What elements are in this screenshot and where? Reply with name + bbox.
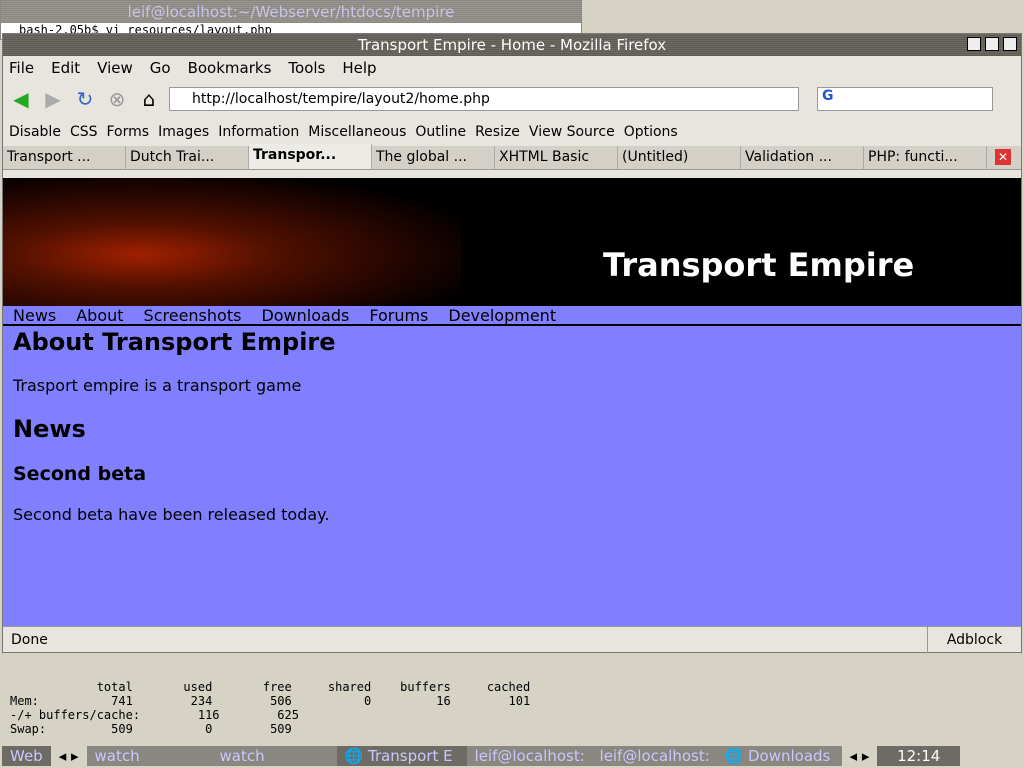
dev-forms[interactable]: Forms [107,124,150,140]
nav-screenshots[interactable]: Screenshots [144,306,242,325]
back-icon[interactable]: ◀ [9,87,33,111]
dev-miscellaneous[interactable]: Miscellaneous [308,124,406,140]
firefox-window: Transport Empire - Home - Mozilla Firefo… [2,33,1022,653]
task-item[interactable]: leif@localhost: [467,746,592,766]
task-arrows[interactable]: ◂ ▸ [841,746,878,766]
site-nav: News About Screenshots Downloads Forums … [3,306,1021,326]
nav-news[interactable]: News [13,306,56,325]
close-tab-icon[interactable]: ✕ [995,149,1011,165]
dev-outline[interactable]: Outline [415,124,466,140]
memory-output: total used free shared buffers cached Me… [10,680,531,736]
web-developer-toolbar: Disable CSS Forms Images Information Mis… [3,118,1021,146]
about-text: Trasport empire is a transport game [13,376,302,395]
menu-bookmarks[interactable]: Bookmarks [188,56,272,80]
task-item[interactable]: watch [212,746,337,766]
news-heading: News [13,415,86,443]
site-title: Transport Empire [603,246,915,284]
close-button[interactable] [1003,37,1017,51]
window-title: Transport Empire - Home - Mozilla Firefo… [357,36,667,54]
maximize-button[interactable] [985,37,999,51]
nav-downloads[interactable]: Downloads [261,306,349,325]
tab[interactable]: The global ... [372,146,495,169]
nav-about[interactable]: About [76,306,123,325]
dev-view-source[interactable]: View Source [529,124,615,140]
dev-resize[interactable]: Resize [475,124,520,140]
news-text: Second beta have been released today. [13,505,330,524]
home-icon[interactable]: ⌂ [137,87,161,111]
menu-edit[interactable]: Edit [51,56,80,80]
forward-icon[interactable]: ▶ [41,87,65,111]
menu-file[interactable]: File [9,56,34,80]
banner-image [3,178,461,306]
taskbar: Web ◂ ▸ watch watch 🌐 Transport E leif@l… [2,746,960,766]
status-text: Done [11,632,48,648]
task-label: Downloads [747,747,831,765]
minimize-button[interactable] [967,37,981,51]
adblock-button[interactable]: Adblock [927,627,1021,653]
tab[interactable]: Validation ... [741,146,864,169]
tab[interactable]: Dutch Trai... [126,146,249,169]
tab-bar: Transport ... Dutch Trai... Transpor... … [3,144,1021,170]
menu-tools[interactable]: Tools [288,56,325,80]
tab[interactable]: (Untitled) [618,146,741,169]
firefox-titlebar[interactable]: Transport Empire - Home - Mozilla Firefo… [3,34,1021,56]
url-text: http://localhost/tempire/layout2/home.ph… [192,91,490,107]
task-item-active[interactable]: 🌐 Transport E [336,746,467,766]
site-banner: Transport Empire [3,178,1021,306]
news-title: Second beta [13,463,147,485]
workspace-arrows[interactable]: ◂ ▸ [50,746,87,766]
workspace-web[interactable]: Web [2,746,51,766]
task-item[interactable]: 🌐 Downloads [717,746,842,766]
dev-options[interactable]: Options [624,124,678,140]
task-item[interactable]: leif@localhost: [592,746,717,766]
stop-icon[interactable]: ⊗ [105,87,129,111]
tab[interactable]: XHTML Basic [495,146,618,169]
menu-go[interactable]: Go [150,56,171,80]
dev-css[interactable]: CSS [70,124,98,140]
search-input[interactable]: G [817,87,993,111]
menu-bar: File Edit View Go Bookmarks Tools Help [3,56,1021,80]
dev-disable[interactable]: Disable [9,124,61,140]
status-bar: Done Adblock [3,626,1021,653]
dev-images[interactable]: Images [158,124,209,140]
clock: 12:14 [877,746,960,766]
tab[interactable]: Transport ... [3,146,126,169]
dev-information[interactable]: Information [218,124,299,140]
terminal-titlebar[interactable]: leif@localhost:~/Webserver/htdocs/tempir… [1,1,581,23]
tab[interactable]: PHP: functi... [864,146,987,169]
navigation-toolbar: ◀ ▶ ↻ ⊗ ⌂ http://localhost/tempire/layou… [3,80,1021,118]
reload-icon[interactable]: ↻ [73,87,97,111]
nav-forums[interactable]: Forums [369,306,428,325]
tab-active[interactable]: Transpor... [249,144,372,169]
menu-help[interactable]: Help [342,56,376,80]
about-heading: About Transport Empire [13,328,336,356]
page-content: Transport Empire News About Screenshots … [3,178,1021,626]
menu-view[interactable]: View [97,56,133,80]
main-content: About Transport Empire Trasport empire i… [3,328,1021,524]
nav-development[interactable]: Development [448,306,556,325]
task-item[interactable]: watch [87,746,212,766]
task-label: Transport E [367,747,453,765]
url-input[interactable]: http://localhost/tempire/layout2/home.ph… [169,87,799,111]
